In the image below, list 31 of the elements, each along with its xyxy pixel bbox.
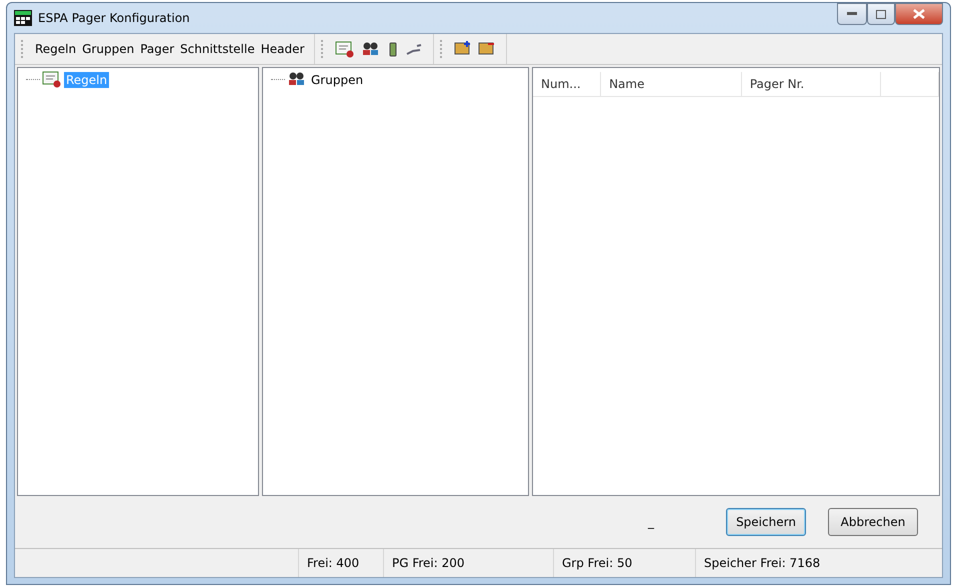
status-text: Grp Frei: 50 <box>553 549 695 577</box>
column-header[interactable]: Pager Nr. <box>742 72 881 96</box>
document-icon <box>42 71 62 88</box>
maximize-button[interactable] <box>867 3 895 25</box>
app-icon <box>14 10 32 26</box>
phone-icon[interactable] <box>387 40 400 58</box>
save-button[interactable]: Speichern <box>726 508 806 536</box>
minimize-icon <box>847 12 857 16</box>
cable-icon[interactable] <box>405 41 424 57</box>
menu-item[interactable]: Schnittstelle <box>180 42 255 56</box>
close-button[interactable] <box>895 3 943 25</box>
add-group-icon[interactable] <box>454 41 472 57</box>
document-icon[interactable] <box>335 40 356 58</box>
window-title: ESPA Pager Konfiguration <box>38 11 190 25</box>
column-header[interactable]: Name <box>601 72 742 96</box>
maximize-icon <box>876 10 886 18</box>
tree-item[interactable]: Gruppen <box>309 72 366 88</box>
menu-item[interactable]: Regeln <box>35 42 76 56</box>
status-text: Frei: 400 <box>298 549 383 577</box>
remove-group-icon[interactable] <box>478 41 496 57</box>
menu-item[interactable]: Gruppen <box>82 42 134 56</box>
status-indicator: _ <box>648 515 654 529</box>
menu-item[interactable]: Header <box>260 42 304 56</box>
cancel-button[interactable]: Abbrechen <box>828 508 918 536</box>
menu-item[interactable]: Pager <box>140 42 174 56</box>
status-text: PG Frei: 200 <box>383 549 553 577</box>
people-icon <box>287 71 307 88</box>
minimize-button[interactable] <box>837 3 867 25</box>
status-text: Speicher Frei: 7168 <box>695 549 938 577</box>
close-icon <box>913 9 925 19</box>
column-header[interactable]: Num... <box>533 72 602 96</box>
